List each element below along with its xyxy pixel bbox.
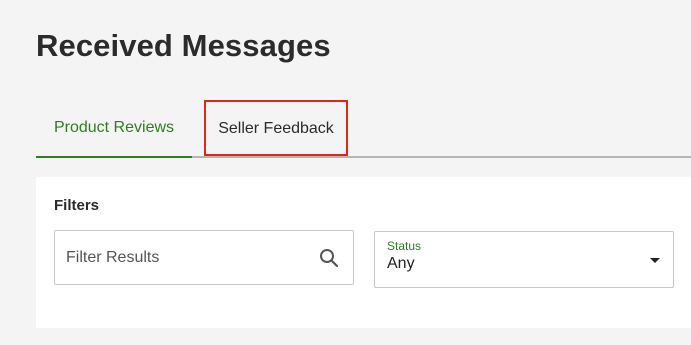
tab-product-reviews[interactable]: Product Reviews (36, 100, 192, 158)
page-title: Received Messages (36, 28, 331, 63)
filters-heading: Filters (54, 197, 100, 214)
tab-seller-feedback[interactable]: Seller Feedback (204, 100, 348, 156)
search-icon[interactable] (319, 248, 339, 268)
caret-down-icon (650, 258, 660, 263)
status-dropdown[interactable]: Status Any (374, 231, 674, 288)
tab-bar: Product Reviews Seller Feedback (36, 100, 691, 158)
filter-search-field[interactable] (54, 230, 354, 285)
filter-results-input[interactable] (66, 231, 306, 284)
status-label: Status (387, 239, 422, 253)
filters-panel: Filters Status Any (36, 177, 691, 328)
status-selected-value: Any (387, 255, 415, 272)
